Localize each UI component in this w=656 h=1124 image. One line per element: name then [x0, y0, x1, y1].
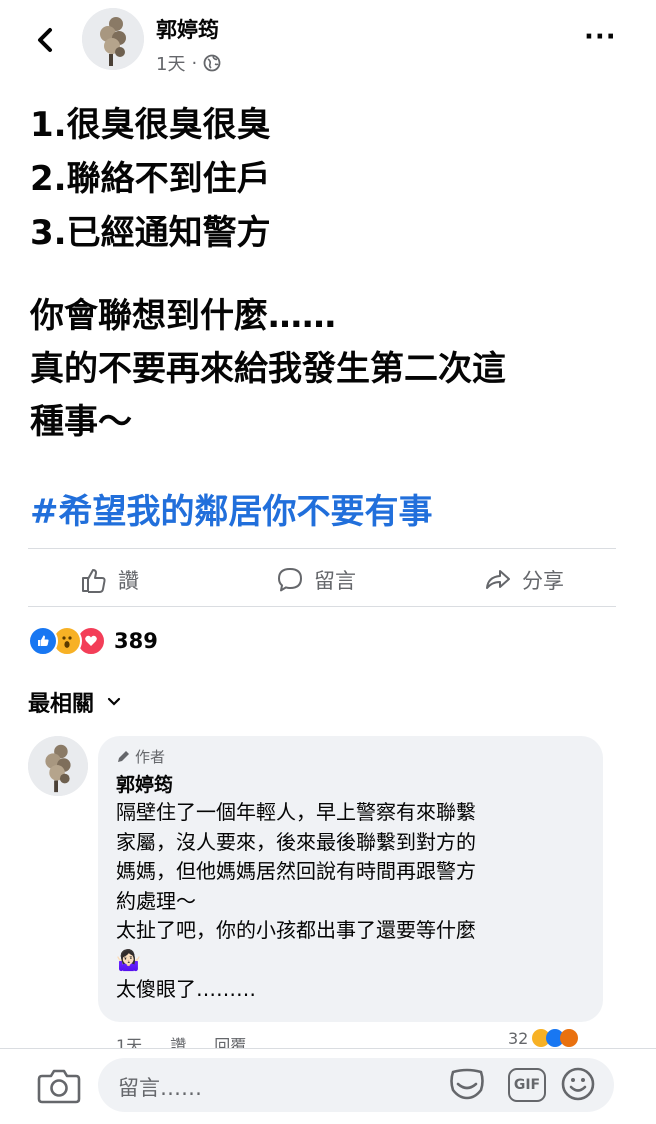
commenter-name[interactable]: 郭婷筠	[116, 770, 173, 797]
comment-sort-dropdown[interactable]: 最相關	[28, 686, 122, 718]
meta-separator: ·	[191, 52, 198, 74]
gif-button[interactable]: GIF	[508, 1068, 546, 1102]
comment-bubble-icon	[278, 568, 302, 592]
comment-button[interactable]: 留言	[276, 560, 356, 600]
comment-like-button[interactable]: 讚	[170, 1032, 186, 1048]
emoji-icon[interactable]	[560, 1066, 596, 1102]
post-text-body: 你會聯想到什麼…… 真的不要再來給我發生第二次這 種事～	[30, 290, 630, 449]
sort-label: 最相關	[28, 692, 95, 717]
post-time[interactable]: 1天	[156, 50, 185, 76]
comment-reactions[interactable]: 32	[508, 1028, 579, 1048]
post-hashtag[interactable]: #希望我的鄰居你不要有事	[30, 484, 433, 533]
post-line: 1.很臭很臭很臭	[30, 105, 271, 145]
comment-reaction-count: 32	[508, 1028, 529, 1048]
post-body-line: 你會聯想到什麼……	[30, 296, 336, 336]
comment-emoji: 🤷🏻‍♀️	[116, 947, 141, 972]
more-options-icon[interactable]: ···	[584, 22, 617, 52]
author-avatar[interactable]	[82, 8, 144, 70]
comment-line: 約處理～	[116, 888, 196, 913]
commenter-avatar[interactable]	[28, 736, 88, 796]
comment-text: 隔壁住了一個年輕人，早上警察有來聯繫 家屬，沒人要來，後來最後聯繫到對方的 媽媽…	[116, 798, 592, 1005]
chevron-down-icon	[107, 697, 121, 706]
like-icon	[28, 626, 58, 656]
comment-footer: 1天 讚 回覆	[116, 1032, 246, 1048]
post-author-name[interactable]: 郭婷筠	[156, 14, 219, 44]
angry-icon	[560, 1029, 579, 1047]
thumbs-up-icon	[82, 569, 106, 593]
comment-line: 隔壁住了一個年輕人，早上警察有來聯繫	[116, 800, 476, 824]
reactions-summary[interactable]: 389	[28, 626, 158, 656]
post-body-line: 種事～	[30, 402, 132, 442]
share-label: 分享	[522, 569, 564, 593]
post-line: 2.聯絡不到住戶	[30, 159, 271, 199]
back-arrow-icon[interactable]	[30, 22, 60, 58]
comment-line: 媽媽，但他媽媽居然回說有時間再跟警方	[116, 859, 476, 883]
comment-line: 太傻眼了………	[116, 977, 256, 1001]
comment-time: 1天	[116, 1036, 143, 1048]
reaction-count: 389	[114, 629, 158, 653]
post-body-line: 真的不要再來給我發生第二次這	[30, 349, 506, 389]
comment-line: 太扯了吧，你的小孩都出事了還要等什麼	[116, 918, 476, 942]
post-line: 3.已經通知警方	[30, 213, 271, 253]
like-button[interactable]: 讚	[80, 560, 139, 600]
like-label: 讚	[118, 569, 139, 593]
sticker-icon[interactable]	[448, 1066, 486, 1102]
share-arrow-icon	[486, 570, 510, 589]
post-text-list: 1.很臭很臭很臭 2.聯絡不到住戶 3.已經通知警方	[30, 98, 630, 260]
camera-icon[interactable]	[36, 1066, 82, 1106]
comment-line: 家屬，沒人要來，後來最後聯繫到對方的	[116, 829, 476, 854]
pencil-icon	[118, 751, 129, 762]
post-meta: 1天 ·	[156, 50, 221, 76]
divider	[28, 606, 616, 607]
comment-label: 留言	[314, 569, 356, 593]
divider	[28, 548, 616, 549]
author-badge-label: 作者	[135, 748, 166, 766]
author-badge: 作者	[116, 746, 165, 767]
comment-input-placeholder: 留言……	[118, 1076, 202, 1100]
share-button[interactable]: 分享	[484, 560, 564, 600]
comment-reply-button[interactable]: 回覆	[214, 1032, 246, 1048]
globe-icon	[203, 54, 221, 72]
